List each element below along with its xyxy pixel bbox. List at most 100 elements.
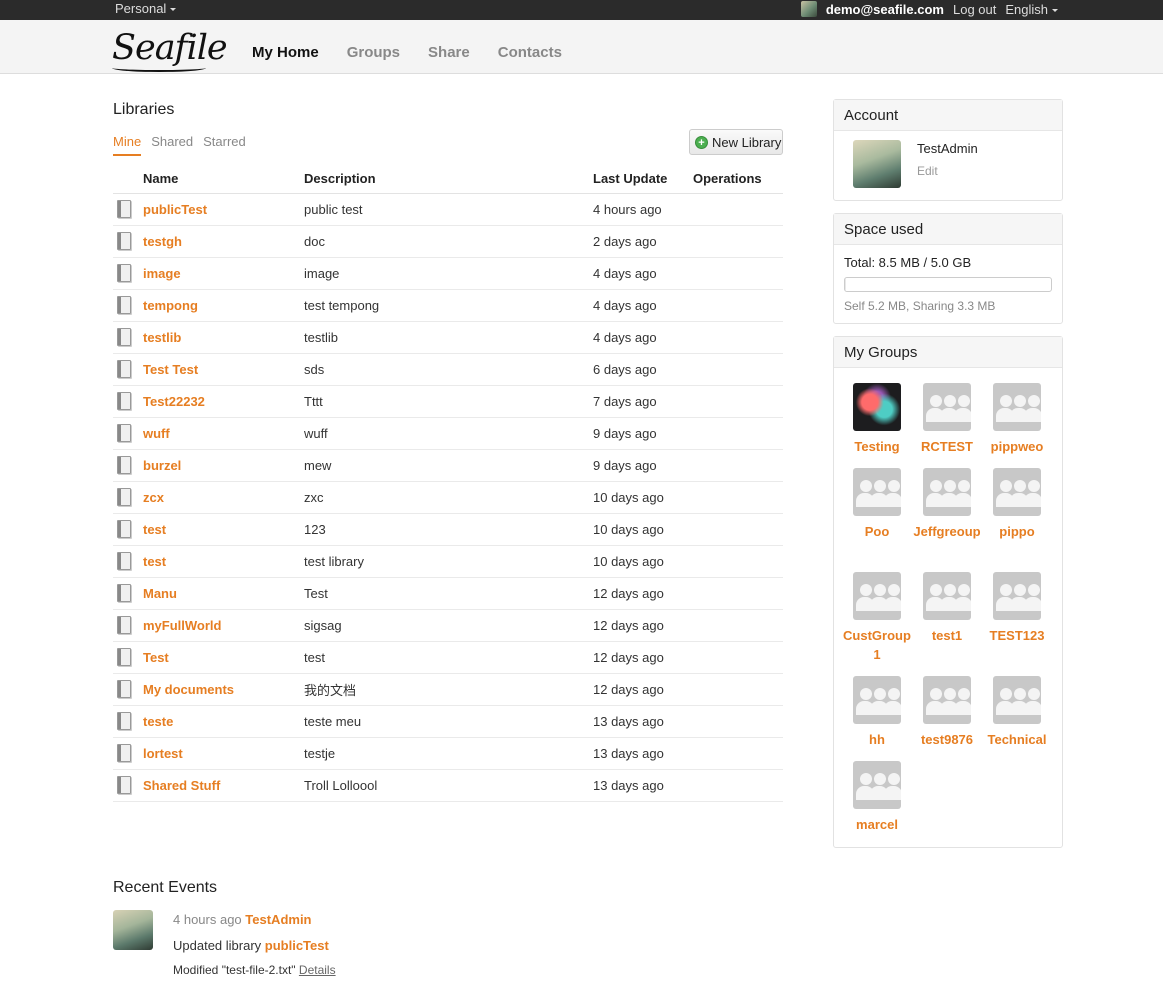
library-name-link[interactable]: lortest bbox=[143, 737, 304, 770]
avatar[interactable] bbox=[113, 910, 153, 950]
group-name-link[interactable]: Technical bbox=[982, 730, 1052, 749]
group-item[interactable]: marcel bbox=[842, 761, 912, 834]
library-name-link[interactable]: Test bbox=[143, 641, 304, 674]
group-item[interactable]: Poo bbox=[842, 468, 912, 541]
nav-groups[interactable]: Groups bbox=[347, 44, 400, 61]
group-item[interactable]: TEST123 bbox=[982, 572, 1052, 645]
group-default-icon[interactable] bbox=[923, 383, 971, 431]
group-name-link[interactable]: Poo bbox=[842, 522, 912, 541]
library-name-link[interactable]: Test22232 bbox=[143, 385, 304, 418]
event-user-link[interactable]: TestAdmin bbox=[245, 912, 311, 927]
repo-icon-cell bbox=[113, 545, 143, 578]
library-name-link[interactable]: testgh bbox=[143, 225, 304, 258]
group-item[interactable]: test1 bbox=[912, 572, 982, 645]
group-item[interactable]: RCTEST bbox=[912, 383, 982, 456]
library-name-link[interactable]: teste bbox=[143, 705, 304, 738]
library-name-link[interactable]: zcx bbox=[143, 481, 304, 514]
library-icon bbox=[117, 200, 131, 218]
library-name-link[interactable]: Manu bbox=[143, 577, 304, 610]
library-name-link[interactable]: test bbox=[143, 513, 304, 546]
avatar[interactable] bbox=[800, 1, 817, 17]
avatar[interactable] bbox=[853, 140, 901, 188]
tab-starred[interactable]: Starred bbox=[203, 134, 246, 156]
library-name-link[interactable]: Shared Stuff bbox=[143, 769, 304, 802]
group-default-icon[interactable] bbox=[853, 468, 901, 516]
library-operations bbox=[693, 385, 783, 418]
group-default-icon[interactable] bbox=[993, 383, 1041, 431]
language-menu[interactable]: English bbox=[1005, 2, 1058, 17]
logo[interactable]: Seafile bbox=[112, 28, 228, 68]
event-details-link[interactable]: Details bbox=[299, 963, 336, 977]
group-name-link[interactable]: test9876 bbox=[912, 730, 982, 749]
group-item[interactable]: test9876 bbox=[912, 676, 982, 749]
chevron-down-icon bbox=[1052, 8, 1058, 12]
library-name-link[interactable]: My documents bbox=[143, 673, 304, 706]
space-detail: Self 5.2 MB, Sharing 3.3 MB bbox=[844, 299, 996, 313]
library-name-link[interactable]: Test Test bbox=[143, 353, 304, 386]
group-item[interactable]: hh bbox=[842, 676, 912, 749]
new-library-button[interactable]: + New Library bbox=[689, 129, 783, 155]
library-name-link[interactable]: image bbox=[143, 257, 304, 290]
nav-contacts[interactable]: Contacts bbox=[498, 44, 562, 61]
user-head-shape bbox=[1000, 688, 1012, 700]
group-default-icon[interactable] bbox=[853, 572, 901, 620]
account-edit-link[interactable]: Edit bbox=[917, 164, 938, 178]
nav-my-home[interactable]: My Home bbox=[252, 44, 319, 61]
library-name-link[interactable]: tempong bbox=[143, 289, 304, 322]
space-panel: Space used Total: 8.5 MB / 5.0 GB Self 5… bbox=[833, 213, 1063, 324]
group-name-link[interactable]: pippweo bbox=[982, 437, 1052, 456]
group-name-link[interactable]: test1 bbox=[912, 626, 982, 645]
event-library-link[interactable]: publicTest bbox=[265, 938, 329, 953]
personal-menu[interactable]: Personal bbox=[115, 1, 177, 16]
group-name-link[interactable]: Jeffgreoup bbox=[912, 522, 982, 541]
group-default-icon[interactable] bbox=[923, 676, 971, 724]
group-item[interactable]: Jeffgreoup bbox=[912, 468, 982, 541]
group-name-link[interactable]: RCTEST bbox=[912, 437, 982, 456]
repo-icon-cell bbox=[113, 673, 143, 706]
library-name-link[interactable]: test bbox=[143, 545, 304, 578]
group-default-icon[interactable] bbox=[923, 468, 971, 516]
group-item[interactable]: Technical bbox=[982, 676, 1052, 749]
group-default-icon[interactable] bbox=[853, 676, 901, 724]
library-operations bbox=[693, 577, 783, 610]
tab-shared[interactable]: Shared bbox=[151, 134, 193, 156]
user-body-shape bbox=[954, 701, 971, 715]
user-body-shape bbox=[884, 786, 901, 800]
library-icon bbox=[117, 488, 131, 506]
user-email[interactable]: demo@seafile.com bbox=[826, 2, 944, 17]
library-operations bbox=[693, 289, 783, 322]
group-default-icon[interactable] bbox=[923, 572, 971, 620]
table-row: Test22232 Tttt 7 days ago bbox=[113, 385, 783, 418]
library-description: doc bbox=[304, 225, 593, 258]
library-name-link[interactable]: burzel bbox=[143, 449, 304, 482]
group-avatar[interactable] bbox=[853, 383, 901, 431]
logout-link[interactable]: Log out bbox=[953, 2, 996, 17]
group-default-icon[interactable] bbox=[993, 468, 1041, 516]
group-item[interactable]: CustGroup1 bbox=[842, 572, 912, 664]
user-body-shape bbox=[884, 597, 901, 611]
group-name-link[interactable]: pippo bbox=[982, 522, 1052, 541]
library-name-link[interactable]: testlib bbox=[143, 321, 304, 354]
library-last-update: 12 days ago bbox=[593, 673, 693, 706]
group-item[interactable]: Testing bbox=[842, 383, 912, 456]
library-operations bbox=[693, 193, 783, 226]
group-name-link[interactable]: Testing bbox=[842, 437, 912, 456]
space-progress-bar bbox=[844, 277, 1052, 292]
group-default-icon[interactable] bbox=[993, 676, 1041, 724]
library-name-link[interactable]: wuff bbox=[143, 417, 304, 450]
group-default-icon[interactable] bbox=[853, 761, 901, 809]
user-menu: demo@seafile.com Log out English bbox=[800, 1, 1058, 17]
nav-share[interactable]: Share bbox=[428, 44, 470, 61]
group-name-link[interactable]: hh bbox=[842, 730, 912, 749]
table-row: testlib testlib 4 days ago bbox=[113, 321, 783, 354]
group-item[interactable]: pippweo bbox=[982, 383, 1052, 456]
library-name-link[interactable]: myFullWorld bbox=[143, 609, 304, 642]
library-tabs: Mine Shared Starred bbox=[113, 134, 246, 156]
group-name-link[interactable]: CustGroup1 bbox=[842, 626, 912, 664]
group-name-link[interactable]: marcel bbox=[842, 815, 912, 834]
group-name-link[interactable]: TEST123 bbox=[982, 626, 1052, 645]
group-item[interactable]: pippo bbox=[982, 468, 1052, 541]
group-default-icon[interactable] bbox=[993, 572, 1041, 620]
library-name-link[interactable]: publicTest bbox=[143, 193, 304, 226]
tab-mine[interactable]: Mine bbox=[113, 134, 142, 156]
